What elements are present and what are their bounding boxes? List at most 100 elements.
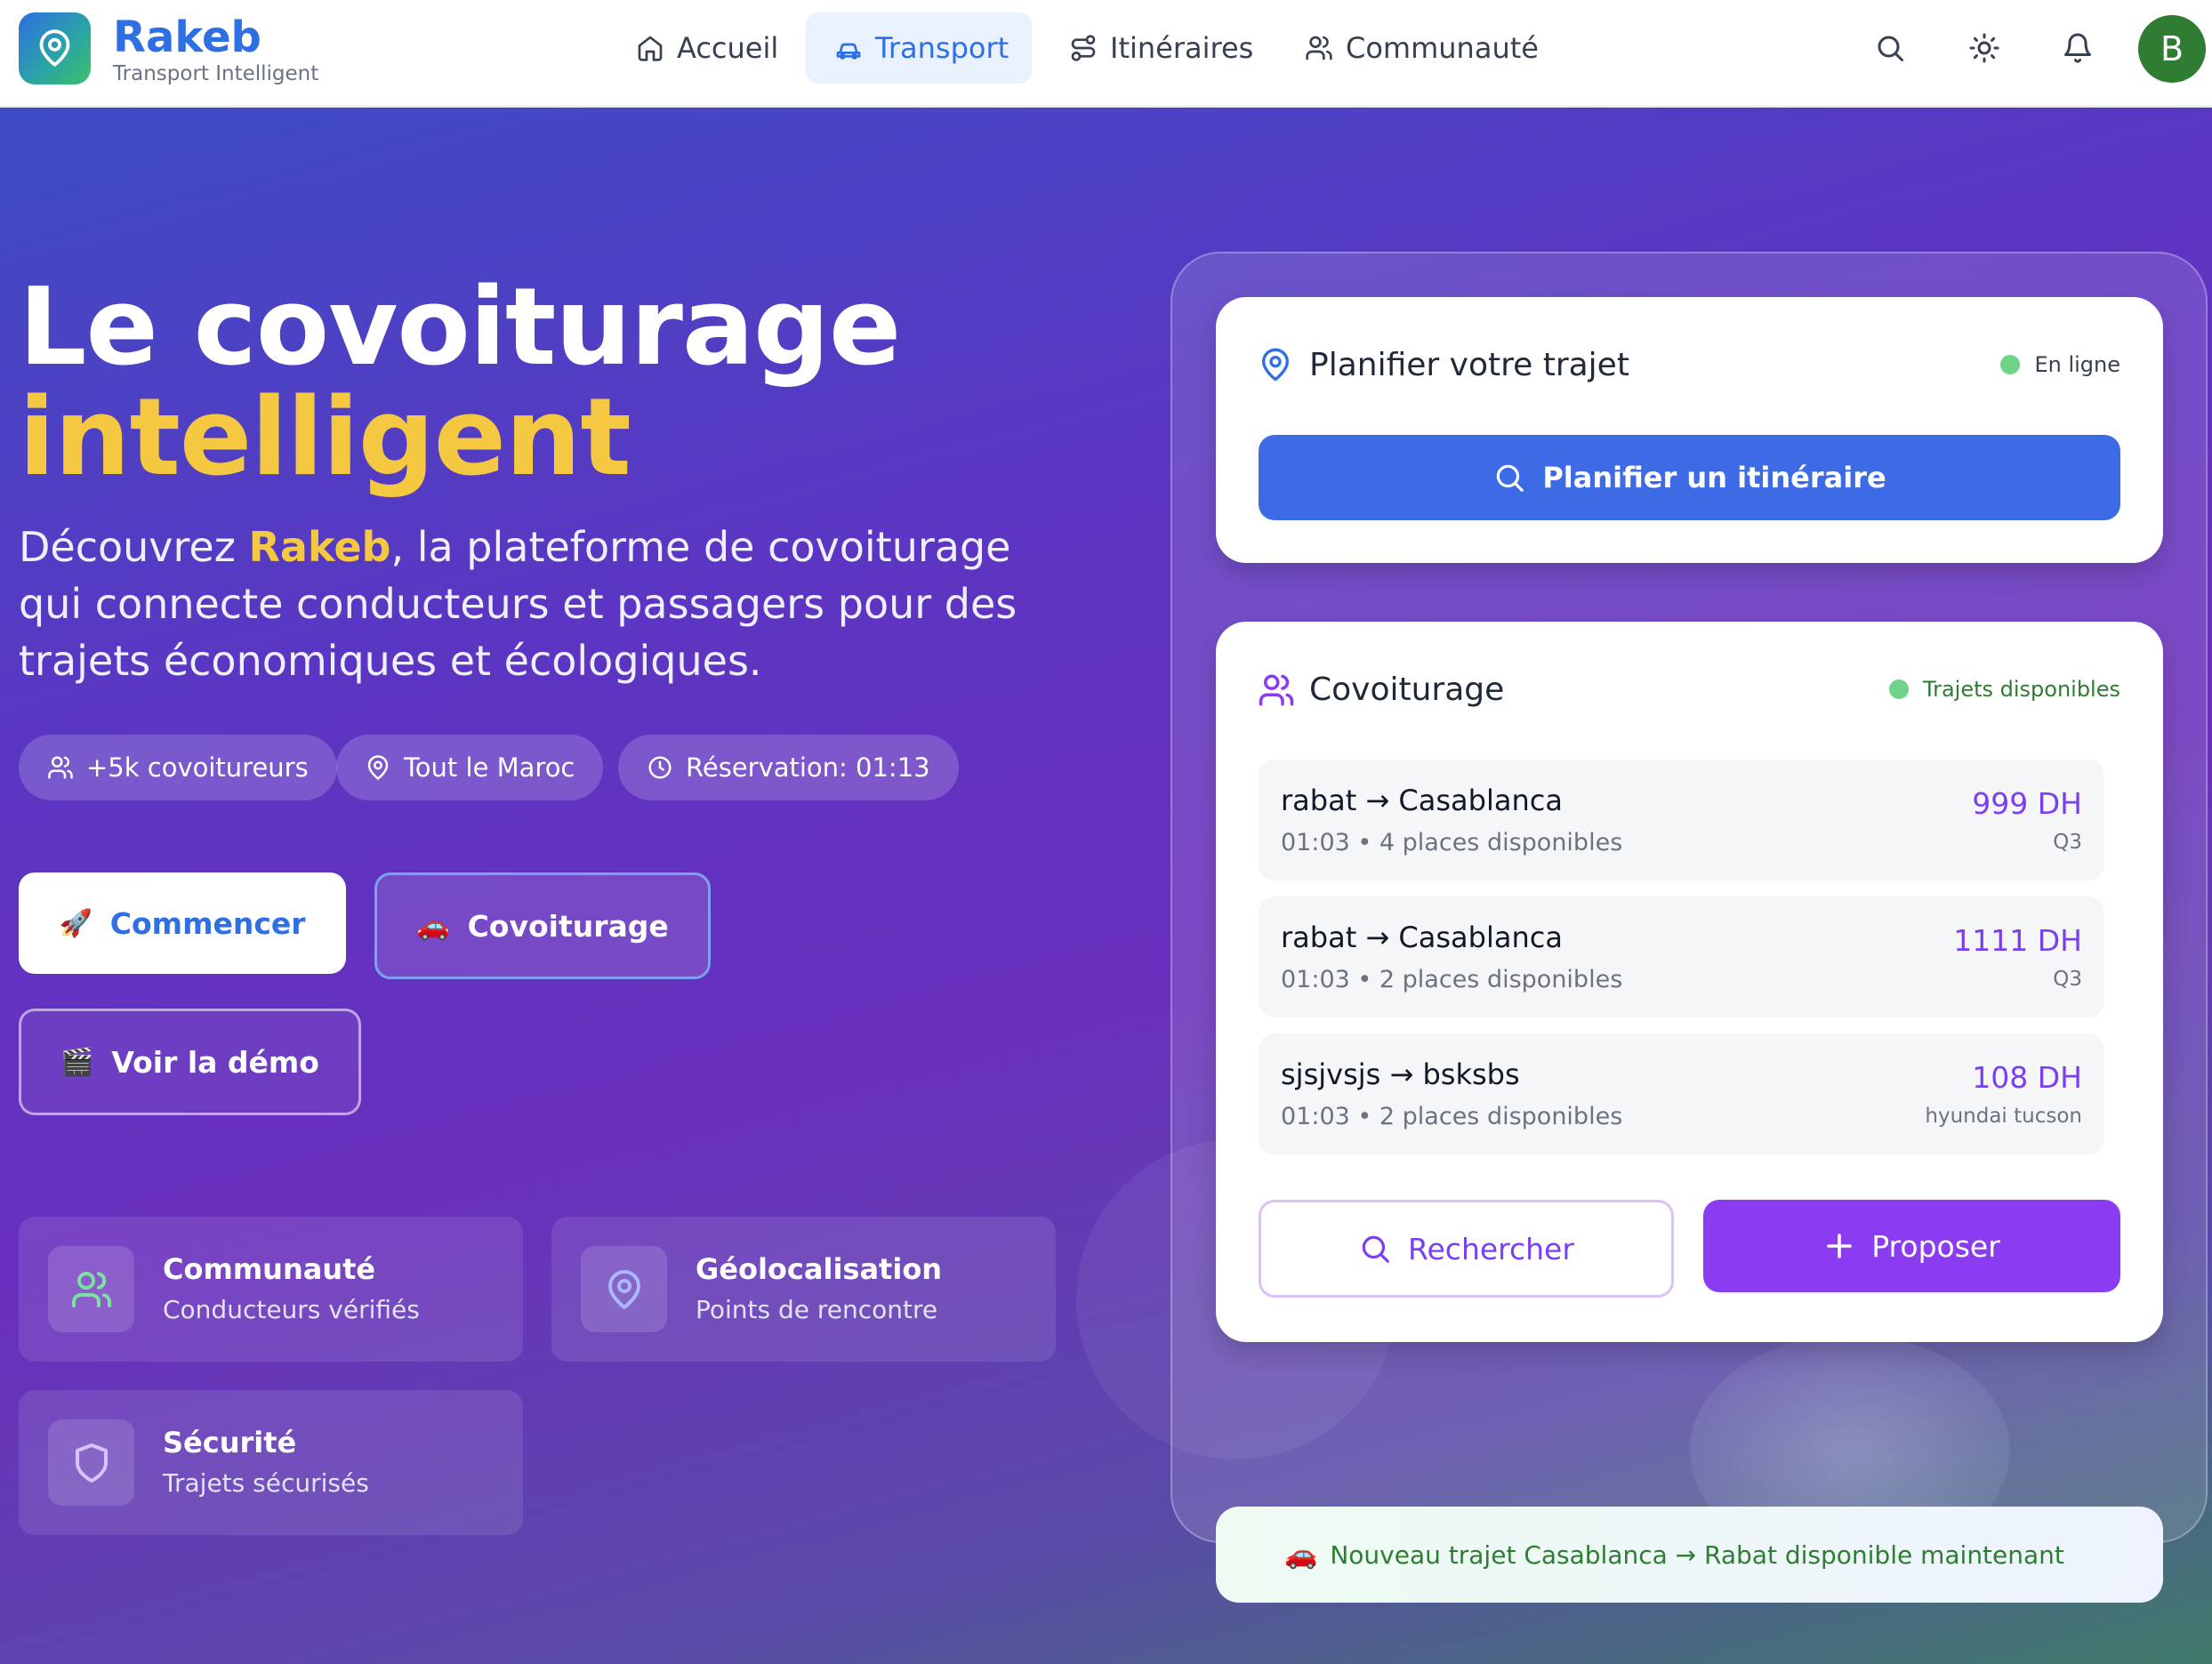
trip-route: rabat → Casablanca [1281, 784, 1563, 817]
trip-vehicle: Q3 [2053, 968, 2082, 991]
rocket-icon: 🚀 [59, 907, 93, 939]
trip-route: rabat → Casablanca [1281, 920, 1563, 954]
users-icon [1306, 36, 1332, 60]
map-pin-icon [367, 755, 389, 780]
plan-trip-card: Planifier votre trajet En ligne Planifie… [1216, 297, 2163, 563]
status-dot [1888, 679, 1909, 699]
button-label: Planifier un itinéraire [1542, 461, 1886, 494]
status-dot [2000, 355, 2021, 374]
button-label: Covoiturage [467, 908, 669, 944]
user-avatar[interactable]: B [2138, 15, 2206, 83]
trip-meta: 01:03 • 2 places disponibles [1281, 1103, 1623, 1130]
button-label: Commencer [109, 905, 306, 941]
bell-icon[interactable] [2062, 32, 2094, 64]
stat-pill-reservation: Réservation: 01:13 [618, 735, 959, 800]
search-icon [1362, 1235, 1389, 1263]
feature-subtitle: Trajets sécurisés [163, 1468, 369, 1498]
trip-seats: 4 places disponibles [1379, 829, 1623, 856]
feature-icon-box [581, 1246, 667, 1332]
start-button[interactable]: 🚀 Commencer [19, 872, 346, 974]
app-logo[interactable] [19, 12, 91, 84]
pill-label: Tout le Maroc [404, 752, 575, 783]
users-icon [71, 1271, 111, 1307]
home-icon [638, 36, 663, 61]
button-label: Voir la démo [111, 1044, 319, 1080]
pill-label: Réservation: 01:13 [686, 752, 930, 783]
hero-title-line1: Le covoiturage [19, 266, 901, 390]
carpool-button[interactable]: 🚗 Covoiturage [374, 872, 711, 979]
car-icon [836, 43, 861, 60]
trip-meta: 01:03 • 2 places disponibles [1281, 966, 1623, 993]
carpool-card: Covoiturage Trajets disponibles rabat → … [1216, 622, 2163, 1342]
trip-to: Casablanca [1398, 784, 1563, 817]
trip-vehicle: Q3 [2053, 831, 2082, 854]
users-icon [48, 756, 73, 779]
new-trip-notice[interactable]: 🚗 Nouveau trajet Casablanca → Rabat disp… [1216, 1507, 2163, 1603]
feature-subtitle: Conducteurs vérifiés [163, 1295, 420, 1324]
nav-item-accueil[interactable]: Accueil [607, 12, 807, 84]
map-pin-icon [39, 29, 70, 67]
feature-subtitle: Points de rencontre [696, 1295, 938, 1324]
feature-title: Communauté [163, 1252, 376, 1286]
demo-button[interactable]: 🎬 Voir la démo [19, 1009, 361, 1115]
trip-vehicle: hyundai tucson [1925, 1105, 2082, 1128]
nav-label: Transport [875, 31, 1009, 65]
trip-time: 01:03 [1281, 829, 1350, 856]
trip-from: sjsjvsjs [1281, 1057, 1381, 1091]
shield-icon [75, 1443, 108, 1483]
trip-from: rabat [1281, 920, 1357, 954]
map-pin-icon [1262, 348, 1289, 382]
trip-item[interactable]: rabat → Casablanca 01:03 • 4 places disp… [1259, 760, 2104, 880]
card-title: Covoiturage [1309, 671, 1505, 708]
trip-seats: 2 places disponibles [1379, 966, 1623, 993]
trip-item[interactable]: sjsjvsjs → bsksbs 01:03 • 2 places dispo… [1259, 1033, 2104, 1154]
trip-time: 01:03 [1281, 966, 1350, 993]
stat-pill-users: +5k covoitureurs [19, 735, 337, 800]
trip-from: rabat [1281, 784, 1357, 817]
trip-route: sjsjvsjs → bsksbs [1281, 1057, 1520, 1091]
brand-tagline: Transport Intelligent [113, 62, 319, 85]
feature-icon-box [48, 1246, 134, 1332]
hero-title-line2: intelligent [19, 376, 631, 500]
feature-card-security: Sécurité Trajets sécurisés [19, 1390, 523, 1535]
pill-label: +5k covoitureurs [86, 752, 309, 783]
trip-to: Casablanca [1398, 920, 1563, 954]
map-pin-icon [607, 1269, 640, 1309]
nav-label: Communauté [1346, 31, 1539, 65]
trip-price: 1111 DH [1953, 923, 2082, 958]
sun-icon[interactable] [1968, 32, 2000, 64]
plus-icon [1827, 1234, 1853, 1258]
top-navbar: Rakeb Transport Intelligent Accueil Tran… [0, 0, 2212, 108]
nav-item-itineraires[interactable]: Itinéraires [1041, 12, 1282, 84]
nav-label: Accueil [677, 31, 779, 65]
nav-item-communaute[interactable]: Communauté [1276, 12, 1567, 84]
search-button[interactable]: Rechercher [1259, 1200, 1674, 1298]
search-icon [1497, 464, 1524, 492]
search-icon[interactable] [1874, 32, 1906, 64]
trip-to: bsksbs [1422, 1057, 1520, 1091]
trip-meta: 01:03 • 4 places disponibles [1281, 829, 1623, 856]
status-online: En ligne [2000, 352, 2120, 377]
button-label: Proposer [1871, 1228, 2000, 1264]
status-label: En ligne [2034, 352, 2120, 377]
trip-item[interactable]: rabat → Casablanca 01:03 • 2 places disp… [1259, 896, 2104, 1017]
feature-title: Sécurité [163, 1426, 297, 1459]
stat-pill-region: Tout le Maroc [336, 735, 604, 800]
clock-icon [648, 756, 672, 779]
propose-button[interactable]: Proposer [1703, 1200, 2120, 1292]
nav-item-transport[interactable]: Transport [806, 12, 1032, 84]
notice-text: Nouveau trajet Casablanca → Rabat dispon… [1330, 1539, 2064, 1570]
feature-card-community: Communauté Conducteurs vérifiés [19, 1217, 523, 1362]
route-icon [1071, 35, 1096, 61]
car-icon: 🚗 [416, 910, 450, 942]
desc-brand: Rakeb [248, 523, 391, 571]
trip-time: 01:03 [1281, 1103, 1350, 1130]
trip-price: 999 DH [1972, 786, 2082, 821]
feature-icon-box [48, 1419, 134, 1506]
hero-section: Le covoiturage intelligent Découvrez Rak… [0, 108, 2212, 1664]
users-icon [1259, 674, 1294, 706]
status-available: Trajets disponibles [1888, 677, 2120, 702]
plan-itinerary-button[interactable]: Planifier un itinéraire [1259, 435, 2120, 520]
brand-name[interactable]: Rakeb [113, 12, 261, 62]
clapper-icon: 🎬 [60, 1046, 94, 1078]
